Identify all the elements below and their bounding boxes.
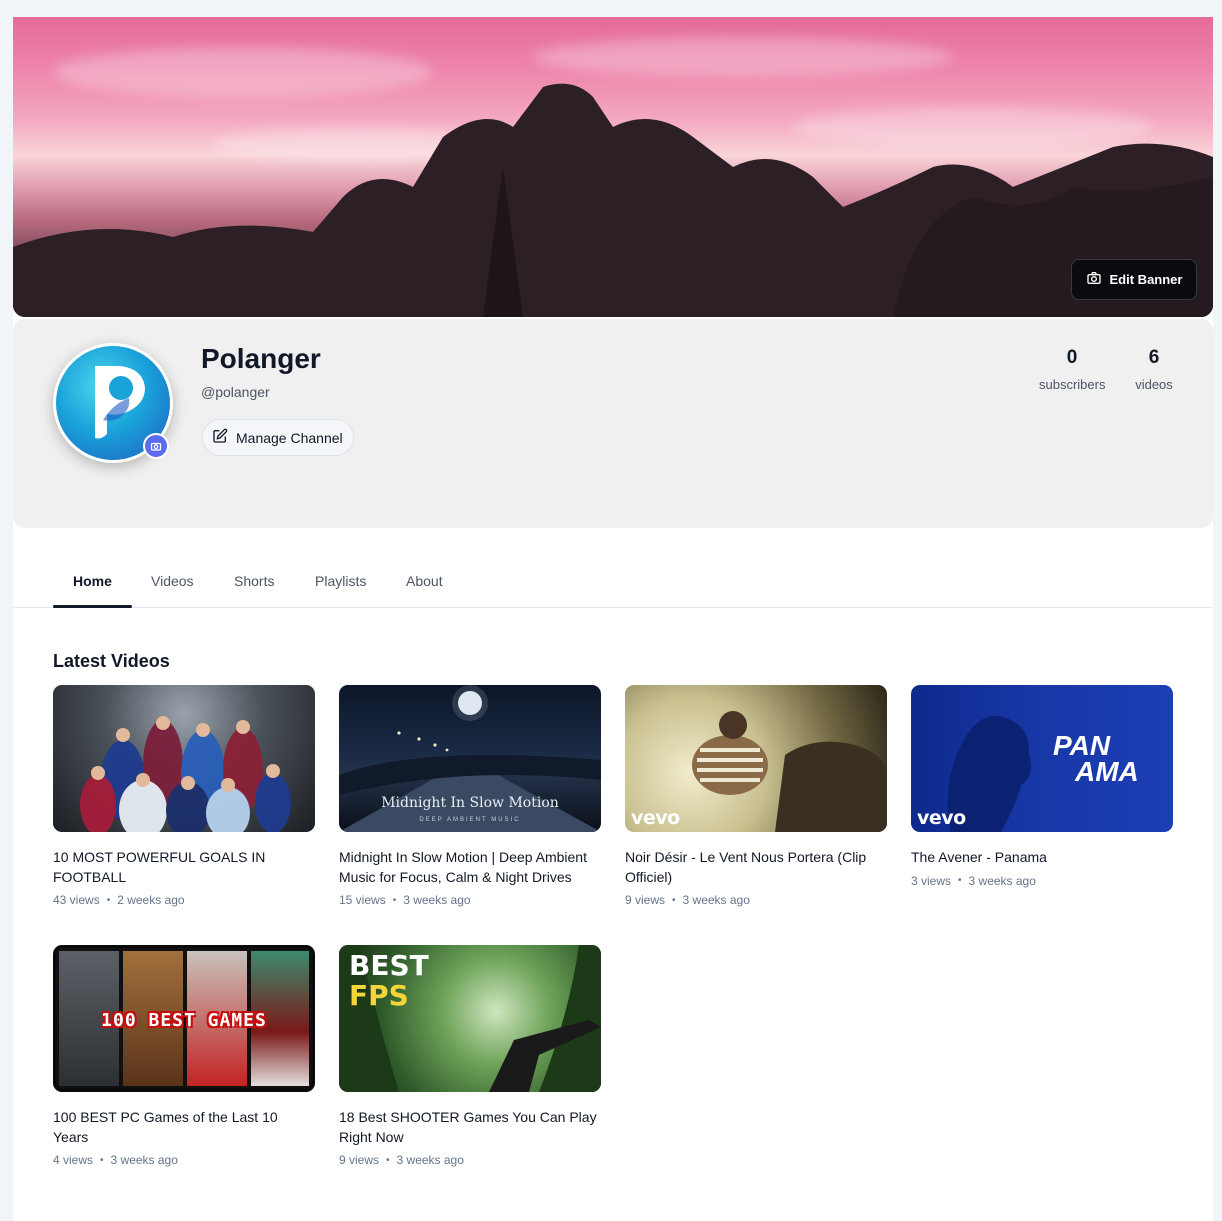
video-age: 3 weeks ago xyxy=(403,893,471,907)
channel-banner: Edit Banner xyxy=(13,17,1213,317)
video-views: 4 views xyxy=(53,1153,94,1167)
video-card[interactable]: PAN AMA vevo The Avener - Panama 3 views… xyxy=(911,685,1173,888)
avatar[interactable] xyxy=(53,343,173,463)
channel-tabs: Home Videos Shorts Playlists About xyxy=(13,565,1213,608)
tree-silhouette xyxy=(13,83,1213,317)
tab-about[interactable]: About xyxy=(406,573,443,589)
video-meta: 43 views • 2 weeks ago xyxy=(53,893,315,907)
manage-channel-button[interactable]: Manage Channel xyxy=(202,419,354,456)
active-tab-indicator xyxy=(53,605,132,608)
video-title[interactable]: 100 BEST PC Games of the Last 10 Years xyxy=(53,1108,315,1147)
video-age: 2 weeks ago xyxy=(117,893,185,907)
video-meta: 3 views • 3 weeks ago xyxy=(911,874,1173,888)
video-card[interactable]: 10 MOST POWERFUL GOALS IN FOOTBALL 43 vi… xyxy=(53,685,315,907)
thumbnail-text: 100 BEST GAMES xyxy=(101,1010,267,1031)
avatar-camera-icon[interactable] xyxy=(143,433,169,459)
video-thumbnail[interactable]: vevo xyxy=(625,685,887,832)
edit-banner-button[interactable]: Edit Banner xyxy=(1071,259,1197,300)
video-thumbnail[interactable]: Midnight In Slow Motion DEEP AMBIENT MUS… xyxy=(339,685,601,832)
video-title[interactable]: The Avener - Panama xyxy=(911,848,1173,868)
video-age: 3 weeks ago xyxy=(682,893,750,907)
channel-name: Polanger xyxy=(201,343,321,374)
video-card[interactable]: 100 BEST GAMES 100 BEST PC Games of the … xyxy=(53,945,315,1167)
separator-dot: • xyxy=(672,894,676,906)
video-age: 3 weeks ago xyxy=(396,1153,464,1167)
video-meta: 4 views • 3 weeks ago xyxy=(53,1153,315,1167)
channel-logo-icon xyxy=(95,366,145,439)
tab-playlists[interactable]: Playlists xyxy=(315,573,366,589)
thumbnail-subtext: DEEP AMBIENT MUSIC xyxy=(419,817,521,823)
video-thumbnail[interactable]: BEST FPS xyxy=(339,945,601,1092)
video-age: 3 weeks ago xyxy=(110,1153,178,1167)
video-thumbnail[interactable]: PAN AMA vevo xyxy=(911,685,1173,832)
video-age: 3 weeks ago xyxy=(968,873,1036,888)
video-views: 15 views xyxy=(339,893,386,907)
channel-handle: @polanger xyxy=(201,384,270,400)
video-thumbnail[interactable]: 100 BEST GAMES xyxy=(53,945,315,1092)
subscribers-stat: 0 subscribers xyxy=(1039,347,1105,392)
thumbnail-text-line: BEST xyxy=(349,949,429,982)
separator-dot: • xyxy=(958,875,962,886)
vevo-badge: vevo xyxy=(917,807,966,829)
thumbnail-text: BEST FPS xyxy=(349,951,429,1011)
camera-icon xyxy=(1086,270,1102,289)
video-views: 43 views xyxy=(53,893,100,907)
tab-videos[interactable]: Videos xyxy=(151,573,194,589)
video-card[interactable]: BEST FPS 18 Best SHOOTER Games You Can P… xyxy=(339,945,601,1167)
videos-label: videos xyxy=(1135,377,1173,392)
videos-stat: 6 videos xyxy=(1131,347,1177,392)
video-title[interactable]: Midnight In Slow Motion | Deep Ambient M… xyxy=(339,848,601,887)
thumbnail-text-line: FPS xyxy=(349,979,409,1012)
separator-dot: • xyxy=(100,1154,104,1166)
tab-home[interactable]: Home xyxy=(73,573,112,589)
edit-banner-label: Edit Banner xyxy=(1109,272,1183,287)
subscribers-count: 0 xyxy=(1066,347,1078,368)
separator-dot: • xyxy=(386,1154,390,1166)
video-title[interactable]: Noir Désir - Le Vent Nous Portera (Clip … xyxy=(625,848,887,887)
videos-count: 6 xyxy=(1148,347,1160,368)
edit-icon xyxy=(212,428,228,447)
thumbnail-text-line: AMA xyxy=(1075,756,1139,787)
separator-dot: • xyxy=(106,894,111,906)
video-title[interactable]: 18 Best SHOOTER Games You Can Play Right… xyxy=(339,1108,601,1147)
video-meta: 9 views • 3 weeks ago xyxy=(339,1153,601,1167)
video-views: 9 views xyxy=(625,893,666,907)
vevo-badge: vevo xyxy=(631,807,680,829)
video-meta: 15 views • 3 weeks ago xyxy=(339,893,601,907)
video-card[interactable]: vevo Noir Désir - Le Vent Nous Portera (… xyxy=(625,685,887,907)
subscribers-label: subscribers xyxy=(1039,377,1106,392)
video-meta: 9 views • 3 weeks ago xyxy=(625,893,887,907)
manage-channel-label: Manage Channel xyxy=(236,429,343,446)
channel-header: Polanger @polanger Manage Channel 0 subs… xyxy=(13,319,1213,528)
thumbnail-text: Midnight In Slow Motion xyxy=(381,795,559,811)
video-thumbnail[interactable] xyxy=(53,685,315,832)
channel-page: Edit Banner Polanger @polanger Manage Ch… xyxy=(13,17,1213,1221)
video-title[interactable]: 10 MOST POWERFUL GOALS IN FOOTBALL xyxy=(53,848,315,887)
video-views: 3 views xyxy=(911,873,952,888)
latest-videos-heading: Latest Videos xyxy=(53,651,170,671)
video-card[interactable]: Midnight In Slow Motion DEEP AMBIENT MUS… xyxy=(339,685,601,907)
video-views: 9 views xyxy=(339,1153,380,1167)
tab-shorts[interactable]: Shorts xyxy=(234,573,274,589)
thumbnail-text: PAN AMA xyxy=(1053,732,1139,787)
separator-dot: • xyxy=(392,894,397,906)
